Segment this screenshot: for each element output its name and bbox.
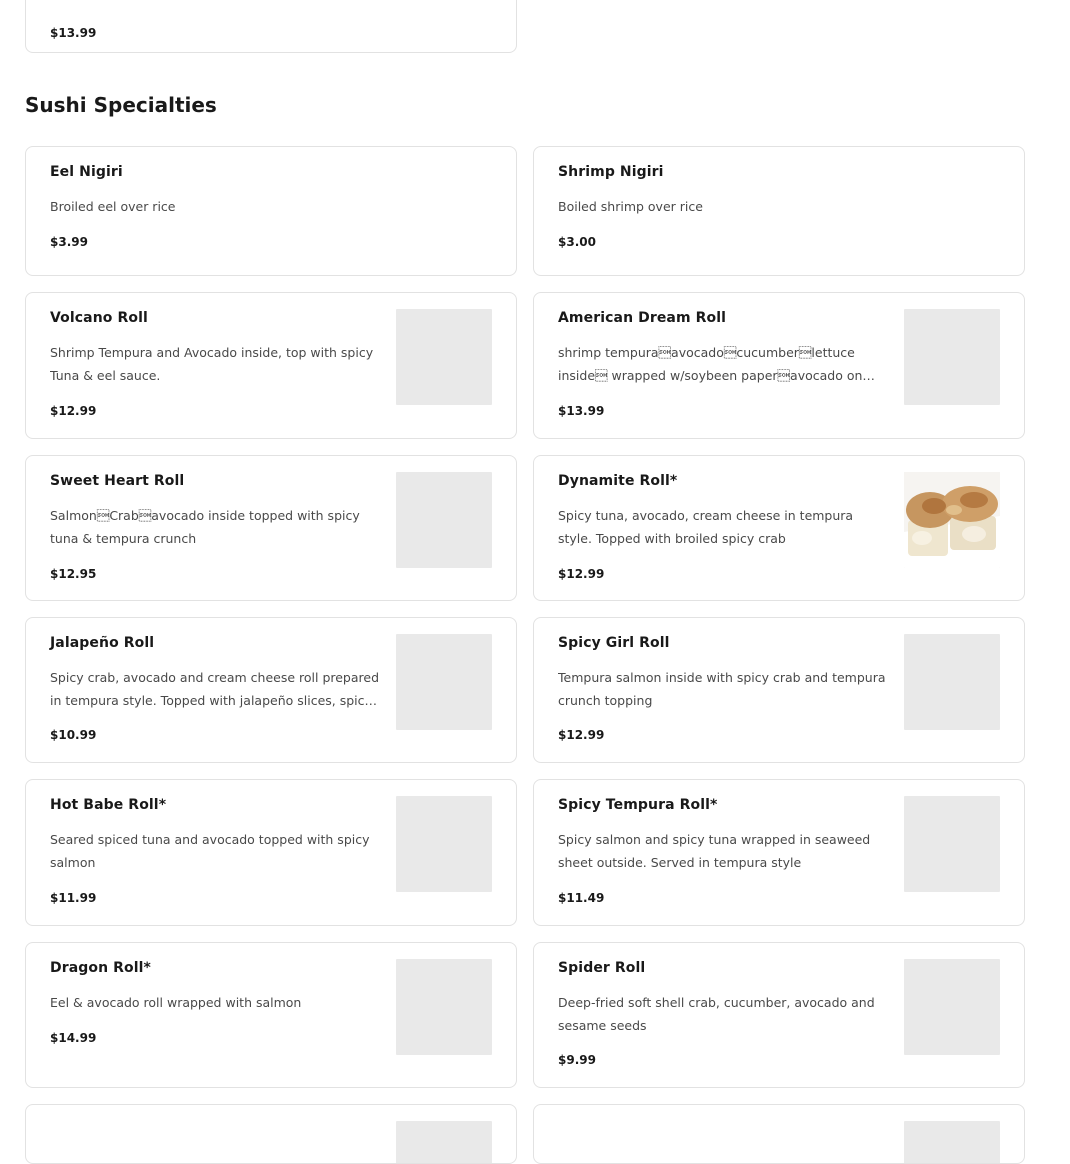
menu-item-card[interactable] — [533, 1104, 1025, 1164]
menu-item-card[interactable]: Volcano Roll Shrimp Tempura and Avocado … — [25, 292, 517, 439]
item-name: Eel Nigiri — [50, 164, 123, 180]
sushi-photo-image — [904, 472, 1000, 568]
item-name: Hot Babe Roll* — [50, 797, 167, 813]
item-price: $3.00 — [558, 235, 596, 249]
item-image-placeholder — [904, 796, 1000, 892]
item-image-placeholder — [904, 634, 1000, 730]
menu-item-card[interactable]: Spicy Girl Roll Tempura salmon inside wi… — [533, 617, 1025, 763]
item-image-placeholder — [904, 309, 1000, 405]
item-price: $14.99 — [50, 1031, 97, 1045]
item-description: Spicy salmon and spicy tuna wrapped in s… — [558, 832, 871, 870]
menu-item-card[interactable]: Dynamite Roll* Spicy tuna, avocado, crea… — [533, 455, 1025, 601]
item-description: Shrimp Tempura and Avocado inside, top w… — [50, 345, 374, 383]
item-image-placeholder — [396, 472, 492, 568]
item-price: $11.49 — [558, 891, 605, 905]
menu-item-card[interactable]: Dragon Roll* Eel & avocado roll wrapped … — [25, 942, 517, 1088]
menu-item-card[interactable] — [25, 1104, 517, 1164]
item-description: Spicy crab, avocado and cream cheese rol… — [50, 670, 380, 708]
item-description: Eel & avocado roll wrapped with salmon — [50, 995, 302, 1010]
menu-item-card[interactable]: Jalapeño Roll Spicy crab, avocado and cr… — [25, 617, 517, 763]
item-description: Boiled shrimp over rice — [558, 199, 703, 214]
item-image-placeholder — [396, 309, 492, 405]
item-name: Dynamite Roll* — [558, 473, 678, 489]
item-name: Jalapeño Roll — [50, 635, 155, 651]
item-description: Broiled eel over rice — [50, 199, 176, 214]
item-image-placeholder — [396, 959, 492, 1055]
section-heading: Sushi Specialties — [25, 93, 217, 117]
item-name: Volcano Roll — [50, 310, 148, 326]
menu-item-card[interactable]: Sweet Heart Roll SalmonCrabavocado ins… — [25, 455, 517, 601]
item-price: $13.99 — [50, 26, 97, 40]
item-image-placeholder — [396, 634, 492, 730]
menu-item-card[interactable]: $13.99 — [25, 0, 517, 53]
item-description: Deep-fried soft shell crab, cucumber, av… — [558, 995, 875, 1033]
item-name: Spicy Girl Roll — [558, 635, 670, 651]
item-description: SalmonCrabavocado inside topped with s… — [50, 508, 360, 546]
item-name: American Dream Roll — [558, 310, 727, 326]
item-name: Spicy Tempura Roll* — [558, 797, 718, 813]
item-name: Spider Roll — [558, 960, 646, 976]
dynamite-roll-photo — [904, 472, 1000, 568]
menu-item-card[interactable]: Shrimp Nigiri Boiled shrimp over rice $3… — [533, 146, 1025, 276]
item-description: Tempura salmon inside with spicy crab an… — [558, 670, 886, 708]
item-image-placeholder — [396, 796, 492, 892]
item-price: $12.99 — [558, 567, 605, 581]
menu-item-card[interactable]: Spider Roll Deep-fried soft shell crab, … — [533, 942, 1025, 1088]
menu-item-card[interactable]: Eel Nigiri Broiled eel over rice $3.99 — [25, 146, 517, 276]
item-description: shrimp tempuraavocadocucumberlettuce … — [558, 345, 863, 383]
item-image-placeholder — [904, 1121, 1000, 1163]
item-image-placeholder — [904, 959, 1000, 1055]
item-price: $12.99 — [558, 728, 605, 742]
item-price: $11.99 — [50, 891, 97, 905]
item-name: Shrimp Nigiri — [558, 164, 664, 180]
item-price: $13.99 — [558, 404, 605, 418]
menu-item-card[interactable]: Hot Babe Roll* Seared spiced tuna and av… — [25, 779, 517, 926]
item-price: $10.99 — [50, 728, 97, 742]
menu-item-card[interactable]: American Dream Roll shrimp tempuraavoca… — [533, 292, 1025, 439]
item-price: $12.95 — [50, 567, 97, 581]
menu-item-card[interactable]: Spicy Tempura Roll* Spicy salmon and spi… — [533, 779, 1025, 926]
item-name: Sweet Heart Roll — [50, 473, 185, 489]
item-image-placeholder — [396, 1121, 492, 1163]
item-price: $12.99 — [50, 404, 97, 418]
item-name: Dragon Roll* — [50, 960, 151, 976]
item-price: $9.99 — [558, 1053, 596, 1067]
item-description: Spicy tuna, avocado, cream cheese in tem… — [558, 508, 854, 546]
item-price: $3.99 — [50, 235, 88, 249]
item-description: Seared spiced tuna and avocado topped wi… — [50, 832, 370, 870]
